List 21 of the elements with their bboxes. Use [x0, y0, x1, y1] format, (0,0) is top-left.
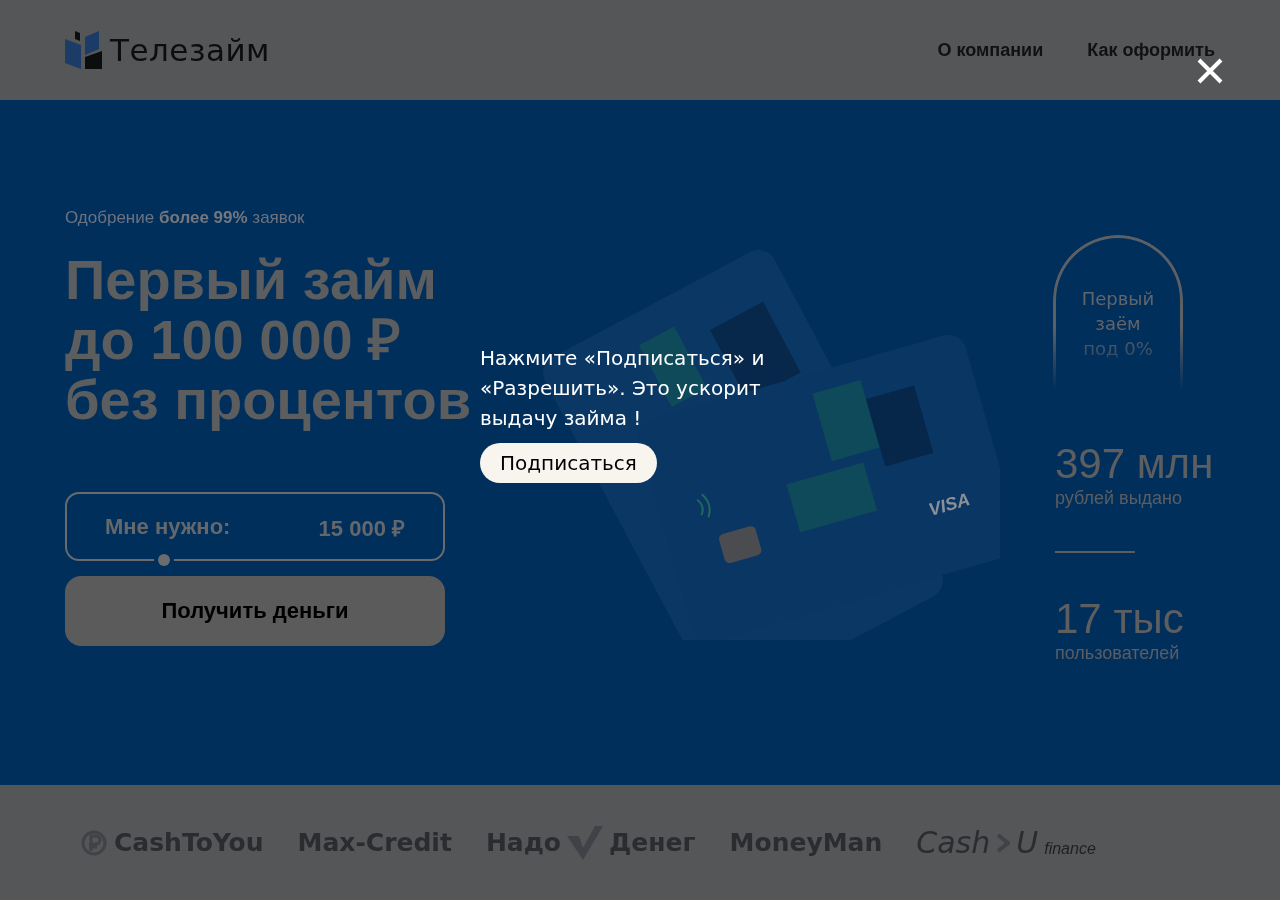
popup-message: Нажмите «Подписаться» и «Разрешить». Это ускорит выдачу займа !: [480, 345, 766, 432]
stat-label: пользователей: [1055, 643, 1181, 664]
stat-value: 17 тыс: [1055, 595, 1185, 643]
nav-link[interactable]: О компании: [937, 39, 1044, 61]
stat-value: 397 млн: [1055, 440, 1215, 488]
amount-value: 15 000 ₽: [318, 514, 405, 542]
logo-icon: [65, 31, 102, 69]
nav-link[interactable]: Как оформить: [1087, 39, 1215, 61]
amount-label: Мне нужно:: [105, 513, 231, 540]
get-money-button[interactable]: Получить деньги: [65, 576, 445, 646]
headline-line: без процентов: [65, 370, 473, 430]
approval-text: Одобрение более 99% заявок: [65, 208, 306, 228]
logo-text[interactable]: Телезайм: [110, 32, 270, 68]
headline-line: Первый займ: [65, 250, 438, 310]
slider-thumb[interactable]: [157, 554, 170, 566]
stat-label: рублей выдано: [1055, 488, 1184, 509]
amount-field[interactable]: Мне нужно: 15 000 ₽: [65, 492, 445, 561]
card-brand-text: VISA: [926, 489, 973, 520]
promo-badge: Первый заём под 0%: [1053, 235, 1183, 390]
headline-line: до 100 000 ₽: [65, 310, 403, 370]
subscribe-button[interactable]: Подписаться: [480, 443, 657, 483]
